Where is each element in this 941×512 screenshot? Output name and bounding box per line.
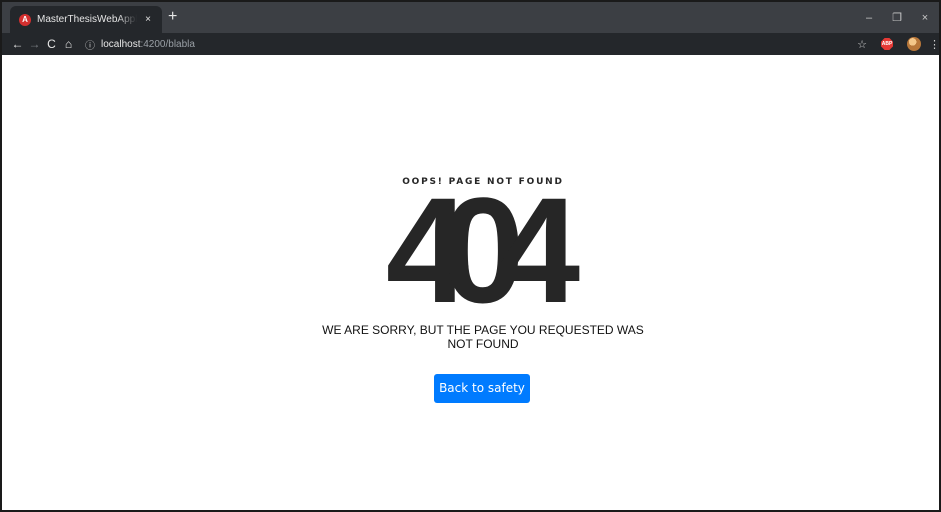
minimize-button[interactable]: – (855, 12, 883, 24)
close-window-button[interactable]: × (911, 12, 939, 24)
back-button[interactable]: ← (9, 33, 26, 55)
page-content: OOPS! PAGE NOT FOUND 404 WE ARE SORRY, B… (2, 55, 939, 510)
adblock-extension-icon[interactable]: ABP (881, 38, 893, 50)
address-bar[interactable]: ⓘ localhost:4200/blabla (85, 33, 195, 55)
restore-button[interactable]: ❐ (883, 11, 911, 24)
forward-button[interactable]: → (26, 33, 43, 55)
not-found-message: WE ARE SORRY, BUT THE PAGE YOU REQUESTED… (322, 323, 644, 351)
tab-title: MasterThesisWebApplicationFrontend (37, 14, 137, 25)
bookmark-star-icon[interactable]: ☆ (857, 38, 867, 51)
browser-toolbar: ← → C ⌂ ⓘ localhost:4200/blabla ☆ ABP ⋮ (2, 33, 939, 55)
site-info-icon[interactable]: ⓘ (85, 37, 95, 52)
error-code: 404 (385, 166, 580, 334)
tab-strip: A MasterThesisWebApplicationFrontend × +… (2, 2, 939, 33)
toolbar-actions: ☆ ABP ⋮ (857, 33, 939, 55)
url-host: localhost (101, 38, 141, 50)
angular-favicon-icon: A (19, 13, 31, 26)
browser-menu-icon[interactable]: ⋮ (929, 38, 939, 51)
reload-button[interactable]: C (43, 33, 60, 55)
tab-close-icon[interactable]: × (142, 14, 154, 25)
window-controls: – ❐ × (855, 2, 939, 33)
new-tab-button[interactable]: + (168, 9, 177, 25)
browser-window: A MasterThesisWebApplicationFrontend × +… (0, 0, 941, 512)
back-to-safety-button[interactable]: Back to safety (434, 374, 530, 403)
profile-avatar-icon[interactable] (907, 37, 921, 51)
url-path: :4200/blabla (140, 38, 195, 50)
home-button[interactable]: ⌂ (60, 33, 77, 55)
active-tab[interactable]: A MasterThesisWebApplicationFrontend × (10, 6, 162, 33)
